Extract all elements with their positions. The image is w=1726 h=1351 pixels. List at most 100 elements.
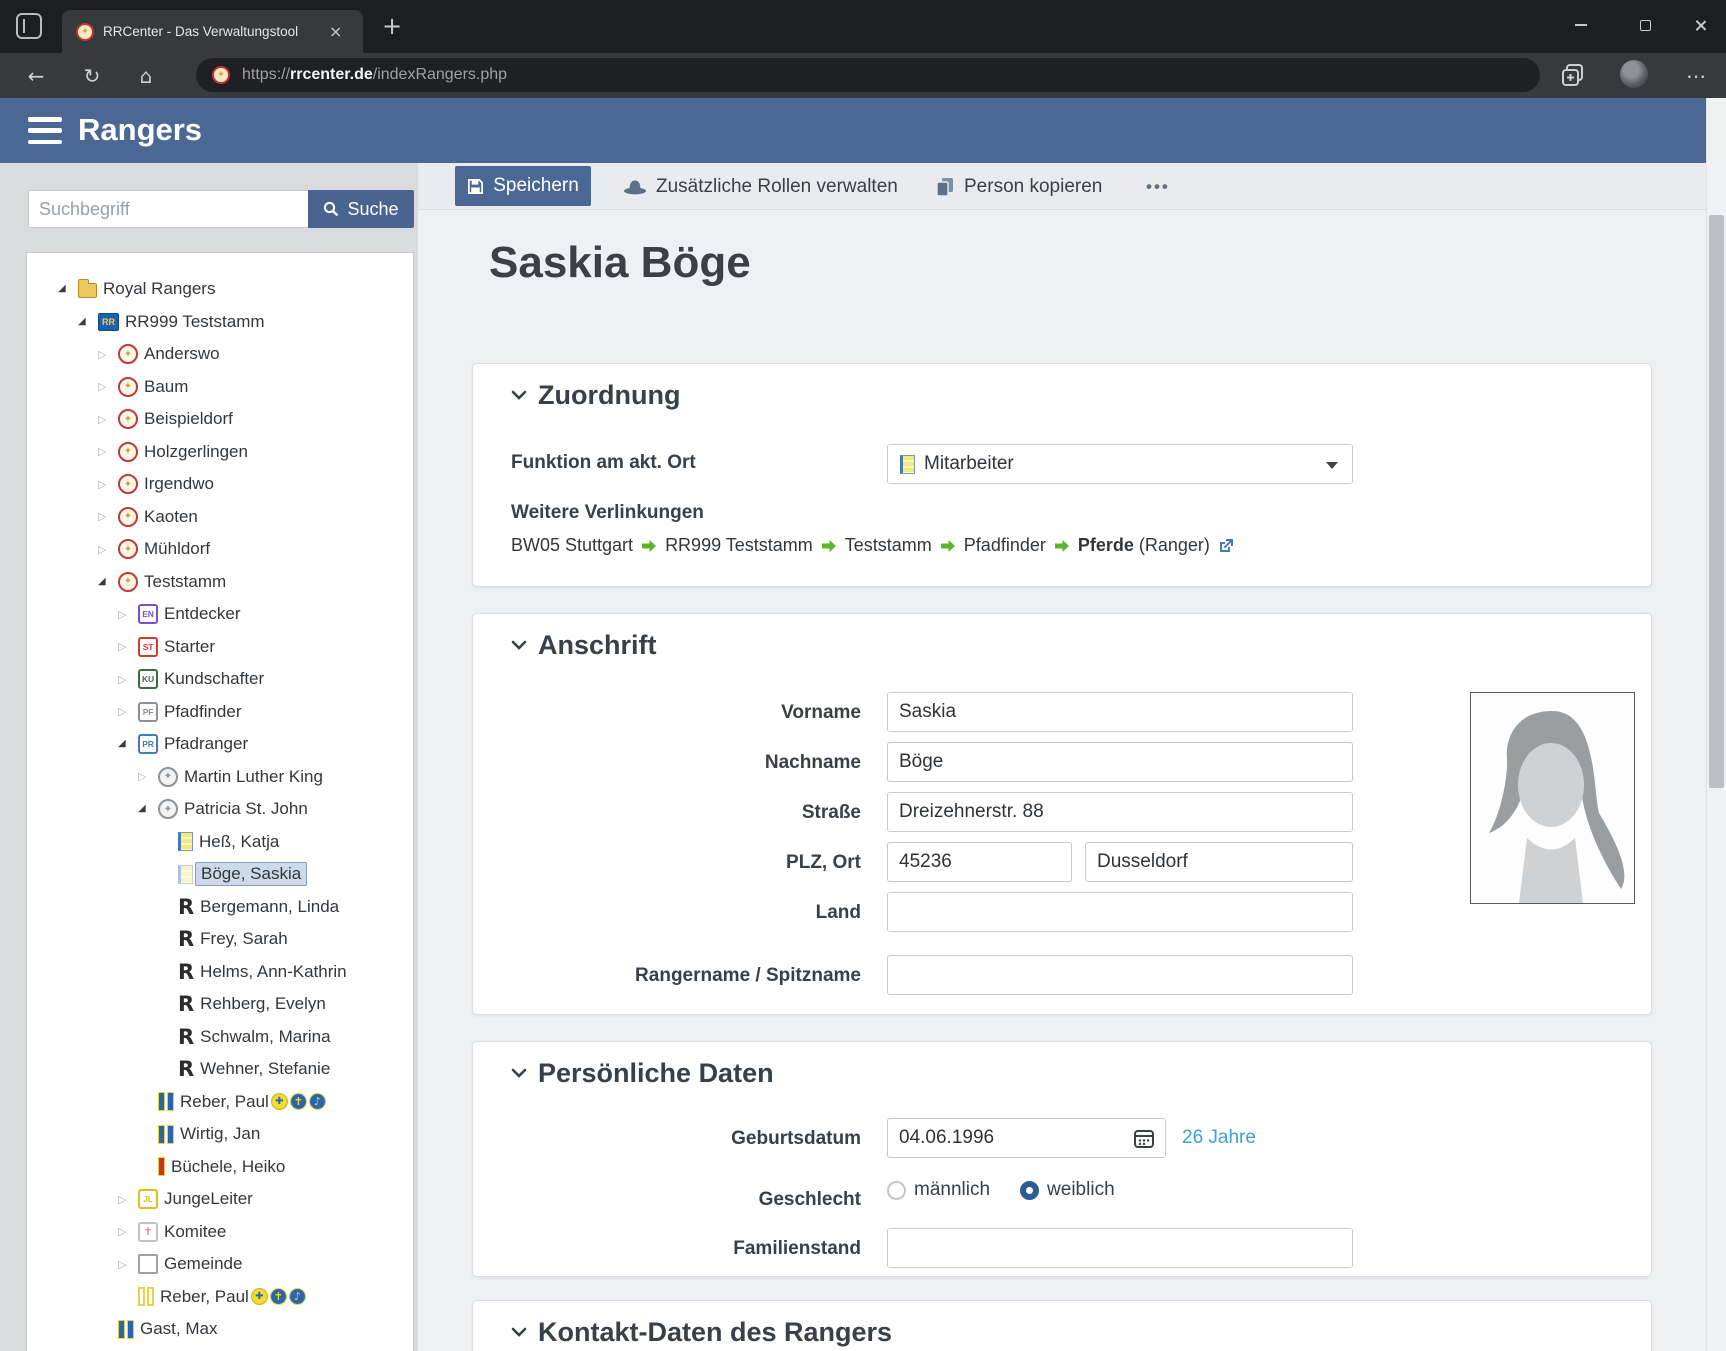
home-icon[interactable]: ⌂ [128, 53, 164, 98]
breadcrumb-item[interactable]: RR999 Teststamm [665, 535, 813, 556]
tree-expander-icon[interactable]: ▷ [118, 706, 138, 717]
tree-item[interactable]: ◢✦Teststamm [27, 566, 413, 599]
funktion-select[interactable]: Mitarbeiter [887, 444, 1353, 484]
tree-item[interactable]: ▷✦Baum [27, 371, 413, 404]
tree-item[interactable]: ▷✦Anderswo [27, 338, 413, 371]
radio-männlich[interactable] [887, 1181, 906, 1200]
tree-expander-icon[interactable]: ▷ [118, 1259, 138, 1270]
tree-item[interactable]: ▷Gemeinde [27, 1248, 413, 1281]
tree-item[interactable]: Böge, Saskia [27, 858, 413, 891]
profile-photo[interactable] [1470, 692, 1635, 904]
tree-item[interactable]: ▷✦Holzgerlingen [27, 436, 413, 469]
section-header-zuordnung[interactable]: Zuordnung [511, 380, 680, 411]
tree-expander-icon[interactable]: ▷ [98, 446, 118, 457]
tree-item[interactable]: Gast, Max [27, 1313, 413, 1346]
search-input[interactable] [28, 190, 308, 228]
tree-item[interactable]: ◢PRPfadranger [27, 728, 413, 761]
tree-item[interactable]: Wirtig, Jan [27, 1118, 413, 1151]
tree-item[interactable]: ▷PFPfadfinder [27, 696, 413, 729]
calendar-icon[interactable] [1133, 1127, 1155, 1154]
hamburger-menu-icon[interactable] [28, 117, 62, 144]
back-icon[interactable]: ← [18, 53, 54, 98]
toolbar-more-button[interactable]: ••• [1146, 163, 1170, 210]
tree-item[interactable]: Büchele, Heiko [27, 1151, 413, 1184]
tree-item[interactable]: ▷✦Irgendwo [27, 468, 413, 501]
tree-expander-icon[interactable]: ▷ [98, 349, 118, 360]
breadcrumb-item[interactable]: BW05 Stuttgart [511, 535, 633, 556]
collections-icon[interactable] [1558, 60, 1588, 90]
tree-item[interactable]: ◢Royal Rangers [27, 273, 413, 306]
tree-item[interactable]: RBergemann, Linda [27, 891, 413, 924]
tree-expander-icon[interactable]: ◢ [58, 284, 78, 294]
tree-expander-icon[interactable]: ▷ [98, 479, 118, 490]
page-scrollbar[interactable] [1706, 98, 1726, 1351]
tree-item[interactable]: RSchwalm, Marina [27, 1021, 413, 1054]
age-link[interactable]: 26 Jahre [1182, 1127, 1256, 1149]
ort-input[interactable] [1085, 842, 1353, 882]
section-header-personal[interactable]: Persönliche Daten [511, 1058, 774, 1089]
tree-item[interactable]: ▷✦Beispieldorf [27, 403, 413, 436]
save-button[interactable]: Speichern [455, 166, 591, 206]
address-bar[interactable]: ✦ https://rrcenter.de/indexRangers.php [196, 58, 1540, 92]
breadcrumb-item[interactable]: Teststamm [845, 535, 932, 556]
tab-close-icon[interactable]: × [329, 24, 342, 40]
tree-item[interactable]: RRehberg, Evelyn [27, 988, 413, 1021]
tree-expander-icon[interactable]: ▷ [98, 381, 118, 392]
tree-item[interactable]: ◢✦Patricia St. John [27, 793, 413, 826]
tree-item[interactable]: ▷ENEntdecker [27, 598, 413, 631]
tab-actions-icon[interactable] [16, 13, 42, 39]
tree-item[interactable]: Reber, Paul✚✝♪ [27, 1086, 413, 1119]
external-link-icon[interactable] [1218, 537, 1235, 554]
browser-menu-icon[interactable]: ⋯ [1676, 53, 1716, 98]
browser-profile-avatar[interactable] [1620, 60, 1648, 88]
tree-item[interactable]: ▷✦Kaoten [27, 501, 413, 534]
tree-item[interactable]: ▷✦Martin Luther King [27, 761, 413, 794]
copy-person-button[interactable]: Person kopieren [935, 163, 1102, 210]
tree-expander-icon[interactable]: ▷ [98, 511, 118, 522]
browser-tab[interactable]: ✦ RRCenter - Das Verwaltungstool × [62, 10, 363, 53]
tree-item[interactable]: RWehner, Stefanie [27, 1053, 413, 1086]
section-header-anschrift[interactable]: Anschrift [511, 630, 657, 661]
tree-item[interactable]: ▷KUKundschafter [27, 663, 413, 696]
tree-item[interactable]: ◢RRRR999 Teststamm [27, 306, 413, 339]
section-header-kontakt[interactable]: Kontakt-Daten des Rangers [511, 1317, 892, 1348]
tree-item[interactable]: Heß, Katja [27, 826, 413, 859]
refresh-icon[interactable]: ↻ [74, 53, 110, 98]
field-input-2[interactable] [887, 792, 1353, 832]
geburtsdatum-input[interactable] [887, 1118, 1166, 1158]
search-button[interactable]: Suche [308, 190, 414, 228]
tree-expander-icon[interactable]: ◢ [118, 739, 138, 749]
tree-expander-icon[interactable]: ▷ [98, 544, 118, 555]
window-maximize-button[interactable] [1622, 0, 1668, 50]
tree-expander-icon[interactable]: ◢ [138, 804, 158, 814]
tree-item[interactable]: Reber, Paul✚✝♪ [27, 1281, 413, 1314]
tree-expander-icon[interactable]: ▷ [98, 414, 118, 425]
tree-expander-icon[interactable]: ◢ [78, 317, 98, 327]
scrollbar-thumb[interactable] [1709, 215, 1724, 788]
tree-item[interactable]: RFrey, Sarah [27, 923, 413, 956]
tree-expander-icon[interactable]: ◢ [98, 577, 118, 587]
field-input-1[interactable] [887, 742, 1353, 782]
tree-item[interactable]: ▷STStarter [27, 631, 413, 664]
plz-input[interactable] [887, 842, 1072, 882]
tree-item[interactable]: ▷✦Mühldorf [27, 533, 413, 566]
tree-item[interactable]: ▷JLJungeLeiter [27, 1183, 413, 1216]
field-input-4[interactable] [887, 892, 1353, 932]
tree-expander-icon[interactable]: ▷ [118, 674, 138, 685]
window-close-button[interactable] [1677, 0, 1723, 50]
window-minimize-button[interactable] [1558, 0, 1604, 50]
tree-expander-icon[interactable]: ▷ [118, 1194, 138, 1205]
radio-weiblich[interactable] [1020, 1181, 1039, 1200]
tree-expander-icon[interactable]: ▷ [118, 609, 138, 620]
breadcrumb-item[interactable]: Pfadfinder [964, 535, 1046, 556]
manage-roles-button[interactable]: Zusätzliche Rollen verwalten [623, 163, 898, 210]
tree-expander-icon[interactable]: ▷ [118, 1226, 138, 1237]
familienstand-input[interactable] [887, 1228, 1353, 1268]
tree-expander-icon[interactable]: ▷ [118, 641, 138, 652]
tree-expander-icon[interactable]: ▷ [138, 771, 158, 782]
field-input-0[interactable] [887, 692, 1353, 732]
tree-item[interactable]: RHelms, Ann-Kathrin [27, 956, 413, 989]
field-input-5[interactable] [887, 955, 1353, 995]
new-tab-button[interactable]: + [382, 13, 402, 39]
tree-item[interactable]: ▷✝Komitee [27, 1216, 413, 1249]
